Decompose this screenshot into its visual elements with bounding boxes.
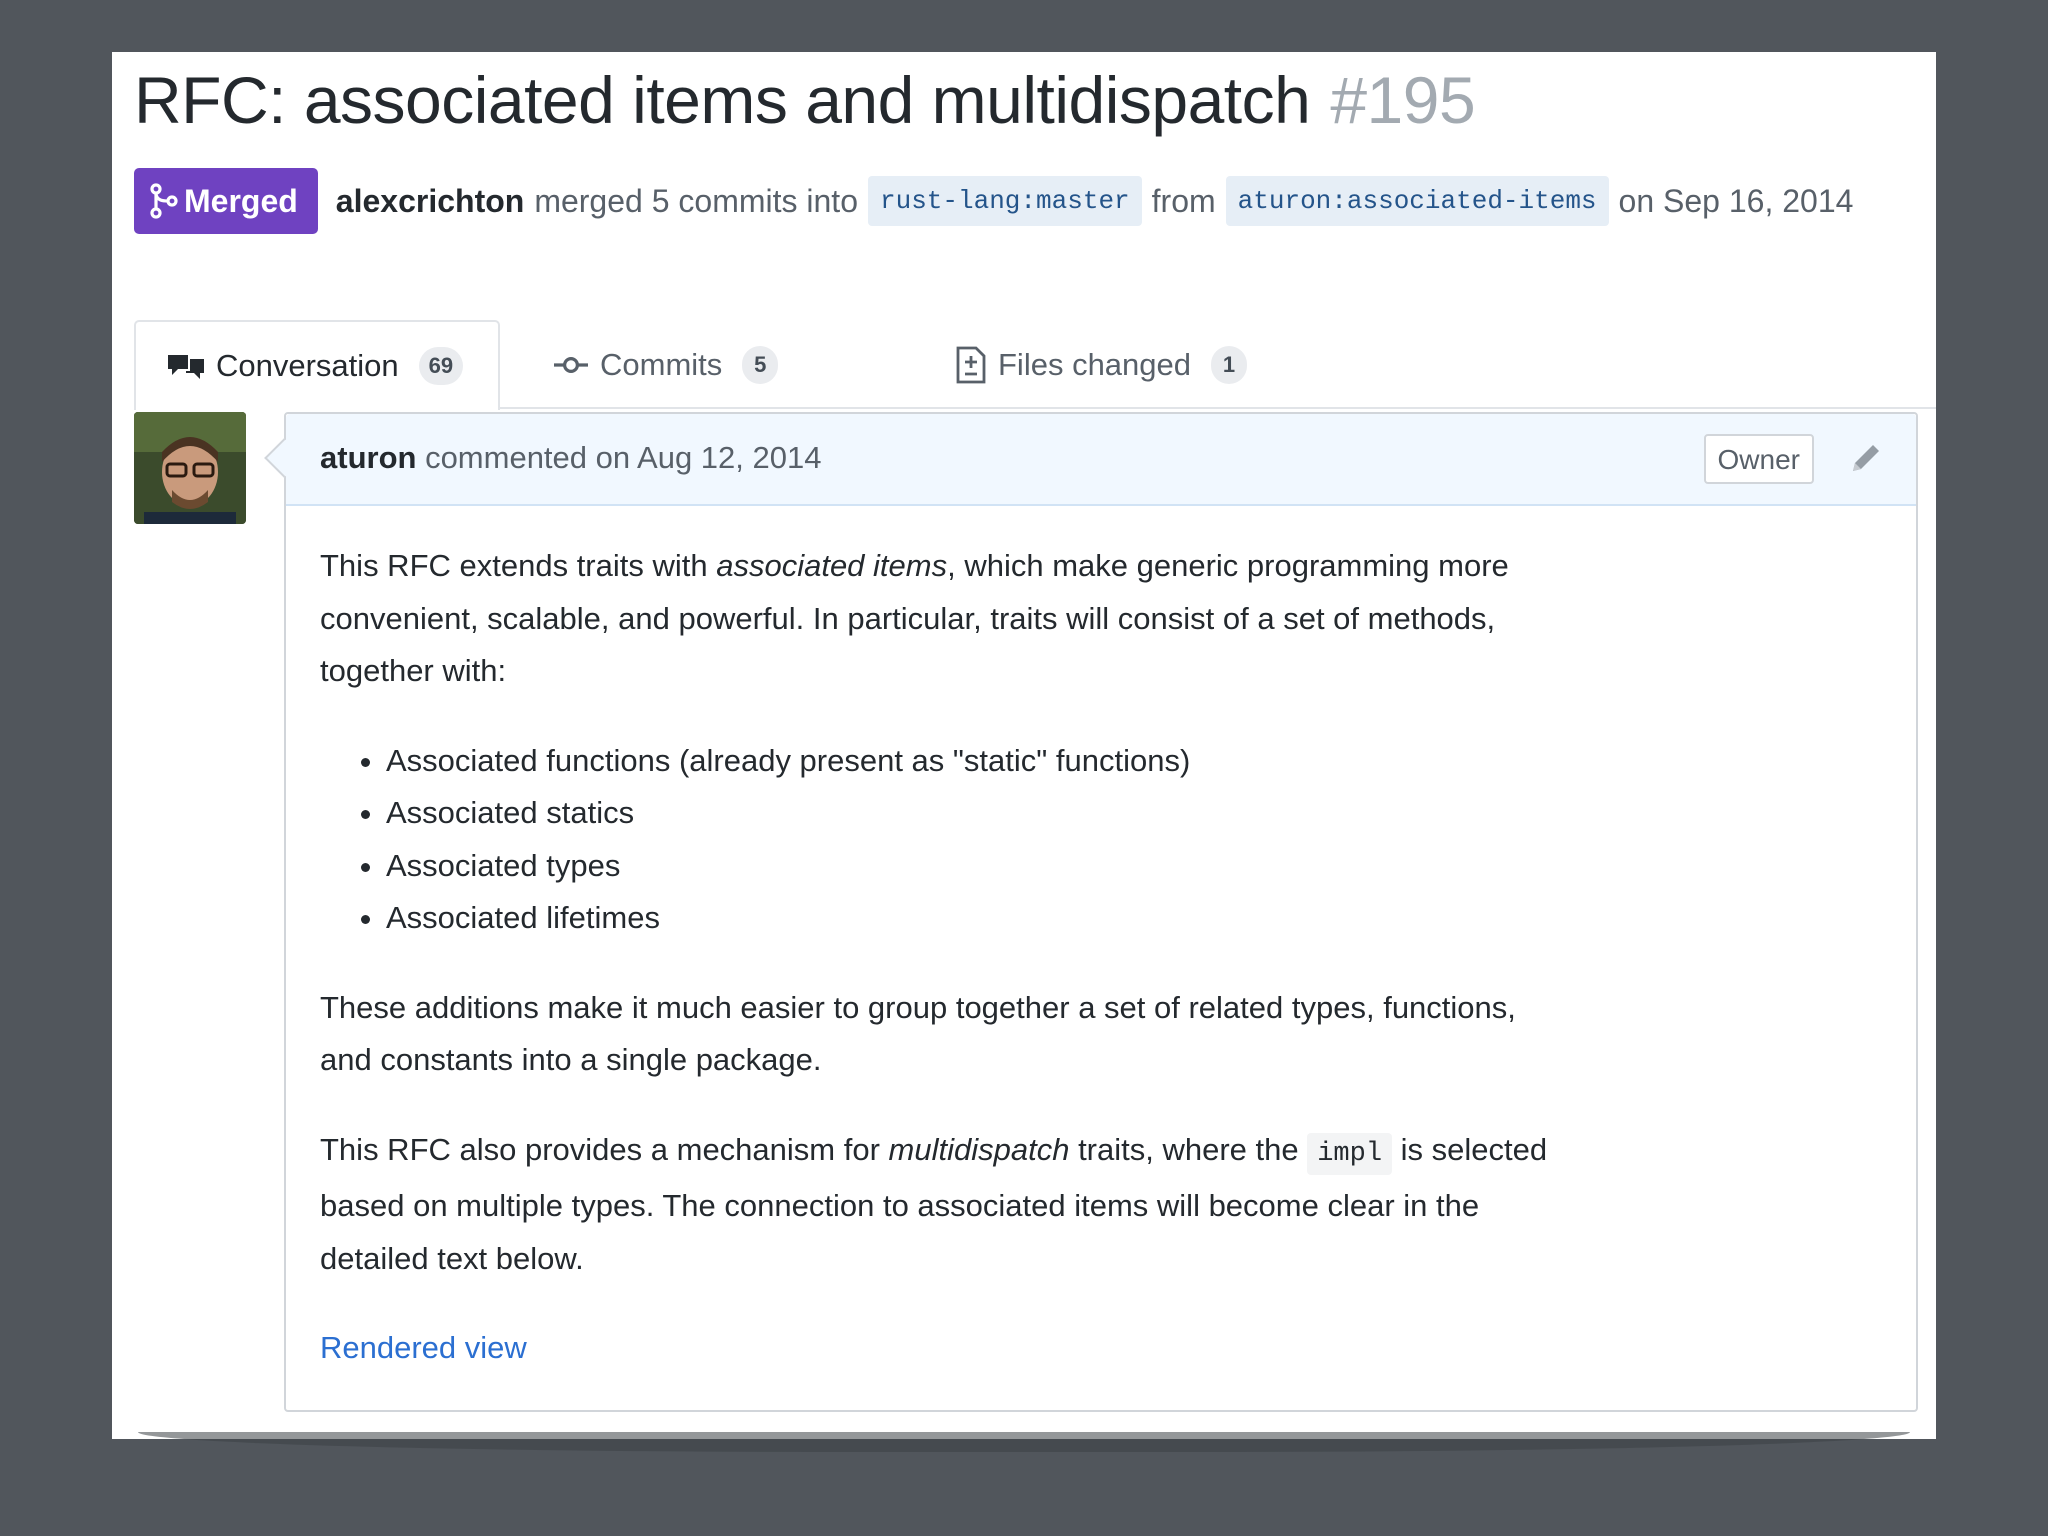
comment-box: aturon commented on Aug 12, 2014 Owner T…: [264, 412, 1918, 1412]
multidispatch-text-b: traits, where the: [1069, 1131, 1308, 1167]
list-item: Associated functions (already present as…: [386, 735, 1560, 788]
paragraph-multidispatch: This RFC also provides a mechanism for m…: [320, 1124, 1560, 1286]
comment-author[interactable]: aturon: [320, 440, 416, 475]
merged-state-badge: Merged: [134, 168, 318, 234]
comment-discussion-icon: [168, 355, 204, 379]
merge-text: merged 5 commits into: [534, 182, 858, 219]
base-branch-label[interactable]: rust-lang:master: [867, 176, 1142, 226]
merged-state-label: Merged: [184, 182, 298, 219]
comment-body: This RFC extends traits with associated …: [320, 540, 1560, 1375]
pr-title: RFC: associated items and multidispatch #…: [134, 62, 1476, 138]
intro-text-a: This RFC extends traits with: [320, 548, 717, 583]
tab-commits[interactable]: Commits 5: [554, 320, 779, 410]
list-item: Associated statics: [386, 787, 1560, 840]
base-branch: master: [1036, 186, 1130, 216]
avatar[interactable]: [134, 412, 246, 524]
tab-files-changed[interactable]: Files changed 1: [956, 320, 1248, 410]
tab-conversation[interactable]: Conversation 69: [134, 320, 500, 410]
pr-title-text: RFC: associated items and multidispatch: [134, 63, 1311, 137]
comment-action: commented on Aug 12, 2014: [425, 440, 822, 475]
merge-date: on Sep 16, 2014: [1618, 182, 1854, 219]
pr-number: #195: [1330, 63, 1476, 137]
impl-code: impl: [1307, 1132, 1393, 1175]
tab-commits-count: 5: [742, 346, 779, 384]
pull-request-page: RFC: associated items and multidispatch #…: [112, 52, 1936, 1439]
tab-conversation-label: Conversation: [216, 348, 399, 383]
intro-emphasis: associated items: [716, 548, 948, 583]
list-item: Associated lifetimes: [386, 892, 1560, 945]
edit-comment-button[interactable]: [1846, 436, 1886, 480]
tab-commits-label: Commits: [600, 347, 723, 382]
list-item: Associated types: [386, 840, 1560, 893]
tab-conversation-count: 69: [418, 347, 464, 385]
pencil-icon: [1853, 445, 1879, 471]
from-text: from: [1151, 182, 1216, 219]
associated-items-list: Associated functions (already present as…: [320, 735, 1560, 945]
tab-files-changed-label: Files changed: [998, 347, 1192, 382]
head-branch-label[interactable]: aturon:associated-items: [1225, 176, 1609, 226]
file-diff-icon: [956, 346, 986, 384]
paragraph-intro: This RFC extends traits with associated …: [320, 540, 1560, 698]
multidispatch-text-a: This RFC also provides a mechanism for: [320, 1131, 889, 1167]
torn-paper-edge: [138, 1432, 1910, 1452]
owner-badge: Owner: [1703, 434, 1814, 484]
pr-meta: Merged alexcrichton merged 5 commits int…: [134, 168, 1853, 234]
tab-files-changed-count: 1: [1211, 346, 1248, 384]
avatar-portrait: [134, 412, 246, 524]
paragraph-additions: These additions make it much easier to g…: [320, 989, 1516, 1078]
comment-meta: aturon commented on Aug 12, 2014: [320, 440, 821, 476]
base-repo: rust-lang: [879, 186, 1021, 216]
rendered-view-link[interactable]: Rendered view: [320, 1330, 527, 1365]
merger-link[interactable]: alexcrichton: [336, 183, 525, 220]
head-branch: associated-items: [1346, 186, 1597, 216]
git-merge-icon: [150, 183, 178, 219]
git-commit-icon: [554, 356, 588, 374]
paragraph-link: Rendered view: [320, 1322, 1560, 1375]
head-repo: aturon: [1237, 186, 1332, 216]
pr-tabs: Conversation 69 Commits 5 Files changed …: [134, 268, 1936, 410]
multidispatch-emphasis: multidispatch: [888, 1131, 1070, 1167]
comment-header: aturon commented on Aug 12, 2014 Owner: [286, 414, 1916, 506]
